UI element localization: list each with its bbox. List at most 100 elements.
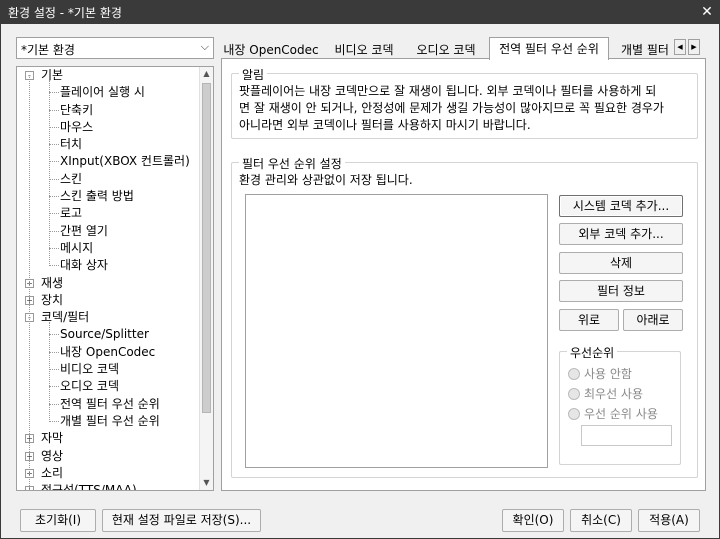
tree-item[interactable]: 플레이어 실행 시 xyxy=(17,84,200,101)
add-external-codec-button[interactable]: 외부 코덱 추가... xyxy=(559,223,683,245)
tree-item[interactable]: 메시지 xyxy=(17,240,200,257)
tree-connector xyxy=(49,403,59,405)
tree-item[interactable]: 단축키 xyxy=(17,102,200,119)
tree-label: 로고 xyxy=(60,206,83,221)
tree-label: 자막 xyxy=(41,431,64,446)
tab-scroll-left-icon[interactable]: ◀ xyxy=(674,39,686,55)
title-bar: 환경 설정 - *기본 환경 ✕ xyxy=(0,0,720,24)
filter-priority-description: 환경 관리와 상관없이 저장 됩니다. xyxy=(239,173,413,187)
tree-item[interactable]: 개별 필터 우선 순위 xyxy=(17,413,200,430)
filter-list[interactable] xyxy=(245,194,548,468)
tree-label: 접근성(TTS/MAA) xyxy=(41,483,137,491)
tree-category[interactable]: + 재생 xyxy=(17,275,200,292)
tree-category[interactable]: - 코덱/필터 xyxy=(17,309,200,326)
tab-audio-codec[interactable]: 오디오 코덱 xyxy=(406,40,486,59)
settings-tree[interactable]: - 기본 플레이어 실행 시 단축키마우스터치 XInput(XBOX 컨트롤러) 스킨 스… xyxy=(16,66,214,491)
tree-category[interactable]: + 소리 xyxy=(17,465,200,482)
tree-item[interactable]: 비디오 코덱 xyxy=(17,361,200,378)
tree-connector xyxy=(49,178,59,180)
tree-category[interactable]: + 장치 xyxy=(17,292,200,309)
tree-item[interactable]: 스킨 xyxy=(17,171,200,188)
tree-label: 스킨 출력 방법 xyxy=(60,189,134,204)
tree-label: 마우스 xyxy=(60,119,94,134)
tree-item[interactable]: 간편 열기 xyxy=(17,223,200,240)
tree-label: 전역 필터 우선 순위 xyxy=(60,396,160,411)
tree-item[interactable]: 오디오 코덱 xyxy=(17,378,200,395)
tree-item[interactable]: 전역 필터 우선 순위 xyxy=(17,396,200,413)
radio-icon xyxy=(568,368,580,380)
tree-label: 장치 xyxy=(41,292,64,307)
tree-label: 오디오 코덱 xyxy=(60,379,120,394)
dialog-body: *기본 환경 ⌵ - 기본 플레이어 실행 시 단축키마우스터치 XInput(XBOX… xyxy=(0,24,720,539)
tree-label: 비디오 코덱 xyxy=(60,362,120,377)
tree-connector xyxy=(49,322,50,422)
tree-connector xyxy=(49,351,59,353)
tree-label: 단축키 xyxy=(60,102,94,117)
tree-item[interactable]: 터치 xyxy=(17,136,200,153)
tree-label: XInput(XBOX 컨트롤러) xyxy=(60,154,190,169)
tree-label: 터치 xyxy=(60,137,83,152)
filter-priority-title: 필터 우선 순위 설정 xyxy=(239,155,345,172)
cancel-button[interactable]: 취소(C) xyxy=(570,509,632,532)
tree-connector xyxy=(49,126,59,128)
tree-connector xyxy=(49,230,59,232)
tree-connector xyxy=(29,75,30,490)
scroll-up-icon[interactable]: ▲ xyxy=(200,67,213,81)
tree-category[interactable]: + 자막 xyxy=(17,430,200,447)
notice-title: 알림 xyxy=(239,66,268,83)
tree-connector xyxy=(49,213,59,215)
tree-label: 내장 OpenCodec xyxy=(60,344,156,359)
tree-category[interactable]: + 영상 xyxy=(17,448,200,465)
tree-label: 영상 xyxy=(41,448,64,463)
tree-label: Source/Splitter xyxy=(60,327,149,342)
tree-item[interactable]: Source/Splitter xyxy=(17,326,200,343)
tree-item[interactable]: 내장 OpenCodec xyxy=(17,344,200,361)
radio-label: 사용 안함 xyxy=(584,367,632,381)
tab-panel: 알림 팟플레이어는 내장 코덱만으로 잘 재생이 됩니다. 외부 코덱이나 필터… xyxy=(221,58,706,491)
chevron-down-icon[interactable]: ⌵ xyxy=(201,40,209,54)
tree-category[interactable]: - 기본 xyxy=(17,67,200,84)
tree-connector xyxy=(49,369,59,371)
tree-item[interactable]: 마우스 xyxy=(17,119,200,136)
tree-connector xyxy=(49,80,50,267)
tree-connector xyxy=(49,144,59,146)
scroll-down-icon[interactable]: ▼ xyxy=(200,476,213,490)
add-system-codec-button[interactable]: 시스템 코덱 추가... xyxy=(559,195,683,217)
notice-text: 팟플레이어는 내장 코덱만으로 잘 재생이 됩니다. 외부 코덱이나 필터를 사… xyxy=(239,83,689,134)
close-icon[interactable]: ✕ xyxy=(698,3,716,21)
tree-connector xyxy=(49,161,59,163)
tab-global-filter-priority[interactable]: 전역 필터 우선 순위 xyxy=(489,37,609,60)
profile-combo[interactable]: *기본 환경 ⌵ xyxy=(16,37,214,59)
tree-label: 간편 열기 xyxy=(60,223,108,238)
tree-scrollbar[interactable]: ▲ ▼ xyxy=(199,67,213,490)
tree-label: 메시지 xyxy=(60,240,94,255)
tree-item[interactable]: XInput(XBOX 컨트롤러) xyxy=(17,153,200,170)
apply-button[interactable]: 적용(A) xyxy=(638,509,700,532)
tree-item[interactable]: 대화 상자 xyxy=(17,257,200,274)
tree-connector xyxy=(49,420,59,422)
tree-label: 기본 xyxy=(41,68,64,82)
move-up-button[interactable]: 위로 xyxy=(559,309,619,331)
window-title: 환경 설정 - *기본 환경 xyxy=(8,6,122,20)
delete-button[interactable]: 삭제 xyxy=(559,252,683,274)
tree-item[interactable]: 로고 xyxy=(17,205,200,222)
notice-line: 면 잘 재생이 안 되거나, 안정성에 문제가 생길 가능성이 많아지므로 꼭 … xyxy=(239,101,664,115)
tree-category[interactable]: + 접근성(TTS/MAA) xyxy=(17,482,200,491)
tree-connector xyxy=(49,109,59,111)
tab-individual-filter[interactable]: 개별 필터 xyxy=(614,40,674,59)
radio-label: 우선 순위 사용 xyxy=(584,407,658,421)
radio-icon xyxy=(568,388,580,400)
tab-video-codec[interactable]: 비디오 코덱 xyxy=(324,40,404,59)
tree-item[interactable]: 스킨 출력 방법 xyxy=(17,188,200,205)
notice-line: 아니라면 외부 코덱이나 필터를 사용하지 마시기 바랍니다. xyxy=(239,118,531,132)
scroll-thumb[interactable] xyxy=(202,83,211,413)
save-current-settings-button[interactable]: 현재 설정 파일로 저장(S)... xyxy=(102,509,261,532)
priority-value-input[interactable] xyxy=(581,425,672,446)
move-down-button[interactable]: 아래로 xyxy=(623,309,683,331)
tab-scroll-right-icon[interactable]: ▶ xyxy=(688,39,700,55)
tree-connector xyxy=(49,196,59,198)
tab-opencodec[interactable]: 내장 OpenCodec xyxy=(221,40,321,59)
reset-button[interactable]: 초기화(I) xyxy=(20,509,96,532)
ok-button[interactable]: 확인(O) xyxy=(502,509,564,532)
filter-info-button[interactable]: 필터 정보 xyxy=(559,280,683,302)
